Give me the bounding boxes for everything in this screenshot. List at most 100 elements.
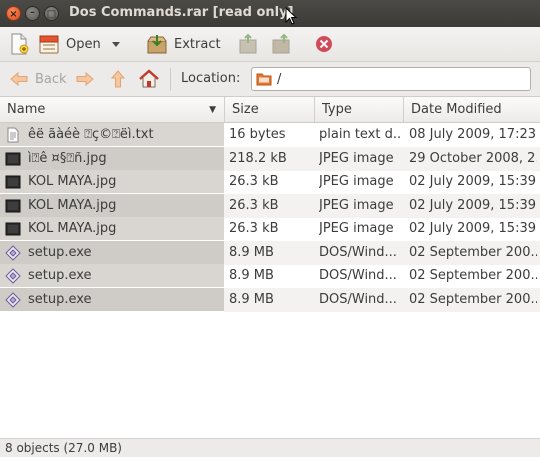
file-row[interactable]: setup.exe 8.9 MB DOS/Wind... 02 September 2…: [0, 264, 540, 288]
image-file-icon: [5, 198, 21, 214]
extract-button[interactable]: Extract: [146, 27, 221, 61]
back-button[interactable]: Back: [9, 68, 67, 90]
file-modified: 02 September 200...: [409, 292, 537, 307]
column-header-type[interactable]: Type: [315, 97, 404, 122]
file-modified: 02 July 2009, 15:39: [409, 198, 536, 213]
file-name-cell[interactable]: êë ãàéè ⍰ç©⍰ëì.txt: [0, 123, 224, 147]
open-dropdown-button[interactable]: [109, 27, 123, 61]
file-name-cell[interactable]: KOL MAYA.jpg: [0, 217, 224, 241]
file-row[interactable]: ì⍰ê ¤§⍰ñ.jpg 218.2 kB JPEG image 29 October…: [0, 147, 540, 171]
file-size: 8.9 MB: [229, 268, 274, 283]
up-button[interactable]: [108, 68, 128, 90]
file-type: JPEG image: [319, 198, 394, 213]
file-name-cell[interactable]: KOL MAYA.jpg: [0, 170, 224, 194]
file-row[interactable]: KOL MAYA.jpg 26.3 kB JPEG image 02 July 200…: [0, 194, 540, 218]
new-archive-button[interactable]: [9, 27, 29, 61]
file-row[interactable]: setup.exe 8.9 MB DOS/Wind... 02 September 2…: [0, 241, 540, 265]
maximize-icon: □: [46, 9, 57, 20]
file-type: plain text d...: [319, 127, 402, 142]
file-row[interactable]: setup.exe 8.9 MB DOS/Wind... 02 September 2…: [0, 288, 540, 312]
separator: [170, 68, 171, 91]
location-bar: Back Location: /: [0, 62, 540, 97]
title-bar: × – □ Dos Commands.rar [read only]: [0, 0, 540, 27]
extract-icon: [147, 35, 167, 54]
file-row[interactable]: KOL MAYA.jpg 26.3 kB JPEG image 02 July 200…: [0, 217, 540, 241]
mouse-cursor-icon: [285, 7, 297, 25]
add-folder-button[interactable]: [270, 27, 292, 61]
maximize-window-button[interactable]: □: [44, 6, 59, 21]
file-modified: 08 July 2009, 17:23: [409, 127, 536, 142]
file-name: KOL MAYA.jpg: [28, 221, 117, 236]
executable-file-icon: [5, 291, 21, 308]
image-file-icon: [5, 221, 21, 237]
sort-descending-icon: ▼: [209, 105, 216, 115]
file-row[interactable]: KOL MAYA.jpg 26.3 kB JPEG image 02 July 200…: [0, 170, 540, 194]
add-files-button[interactable]: [237, 27, 259, 61]
file-size: 26.3 kB: [229, 198, 279, 213]
stop-icon: [316, 36, 332, 52]
location-input[interactable]: /: [251, 67, 531, 91]
file-name: setup.exe: [28, 245, 92, 260]
file-size: 8.9 MB: [229, 292, 274, 307]
file-name-cell[interactable]: KOL MAYA.jpg: [0, 194, 224, 218]
executable-file-icon: [5, 244, 21, 261]
location-path: /: [277, 71, 282, 87]
status-bar: 8 objects (27.0 MB): [0, 438, 540, 457]
file-name: êë ãàéè ⍰ç©⍰ëì.txt: [28, 127, 154, 142]
column-header-modified-label: Date Modified: [411, 102, 502, 117]
column-header-modified[interactable]: Date Modified: [404, 97, 540, 122]
file-type: JPEG image: [319, 221, 394, 236]
file-type: JPEG image: [319, 151, 394, 166]
file-name: KOL MAYA.jpg: [28, 198, 117, 213]
column-header-type-label: Type: [322, 102, 352, 117]
file-size: 8.9 MB: [229, 245, 274, 260]
file-name-cell[interactable]: setup.exe: [0, 241, 224, 265]
file-size: 26.3 kB: [229, 221, 279, 236]
close-icon: ×: [9, 9, 18, 20]
status-text: 8 objects (27.0 MB): [5, 441, 122, 455]
stop-button[interactable]: [314, 27, 334, 61]
open-archive-icon: [39, 35, 59, 54]
file-type: DOS/Wind...: [319, 292, 397, 307]
file-modified: 02 September 200...: [409, 245, 537, 260]
file-type: DOS/Wind...: [319, 268, 397, 283]
window-title: Dos Commands.rar [read only]: [69, 5, 294, 20]
home-button[interactable]: [138, 68, 160, 90]
location-label: Location:: [181, 71, 241, 86]
file-name-cell[interactable]: setup.exe: [0, 264, 224, 288]
file-modified: 02 July 2009, 15:39: [409, 221, 536, 236]
image-file-icon: [5, 151, 21, 167]
column-header-size[interactable]: Size: [225, 97, 315, 122]
add-files-icon: [239, 33, 257, 54]
file-name: ì⍰ê ¤§⍰ñ.jpg: [28, 151, 107, 166]
file-type: DOS/Wind...: [319, 245, 397, 260]
minimize-window-button[interactable]: –: [25, 6, 40, 21]
open-label: Open: [66, 36, 101, 52]
text-file-icon: [5, 127, 21, 143]
up-arrow-icon: [110, 70, 126, 88]
file-type: JPEG image: [319, 174, 394, 189]
file-name: KOL MAYA.jpg: [28, 174, 117, 189]
new-document-icon: [11, 33, 29, 55]
file-size: 16 bytes: [229, 127, 286, 142]
file-name-cell[interactable]: setup.exe: [0, 288, 224, 312]
column-header-size-label: Size: [232, 102, 259, 117]
forward-button[interactable]: [75, 68, 95, 90]
add-folder-icon: [272, 33, 290, 54]
minimize-icon: –: [30, 7, 35, 18]
open-button[interactable]: Open: [38, 27, 101, 61]
extract-label: Extract: [174, 36, 221, 52]
file-row[interactable]: êë ãàéè ⍰ç©⍰ëì.txt 16 bytes plain text d..…: [0, 123, 540, 147]
file-size: 26.3 kB: [229, 174, 279, 189]
file-name: setup.exe: [28, 292, 92, 307]
file-modified: 02 September 200...: [409, 268, 537, 283]
close-window-button[interactable]: ×: [6, 6, 21, 21]
forward-arrow-icon: [76, 71, 94, 87]
file-size: 218.2 kB: [229, 151, 287, 166]
image-file-icon: [5, 174, 21, 190]
file-modified: 29 October 2008, 2...: [409, 151, 537, 166]
column-header-name[interactable]: Name ▼: [0, 97, 225, 122]
file-name-cell[interactable]: ì⍰ê ¤§⍰ñ.jpg: [0, 147, 224, 171]
executable-file-icon: [5, 267, 21, 284]
column-header-name-label: Name: [7, 102, 46, 117]
